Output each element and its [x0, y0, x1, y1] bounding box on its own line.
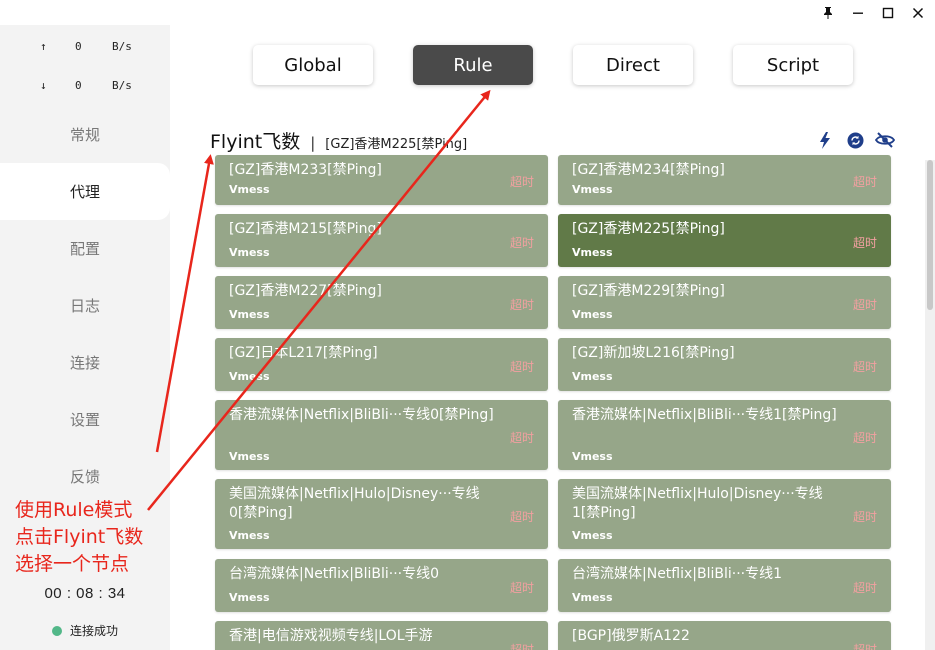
proxy-latency[interactable]: 超时	[853, 296, 877, 313]
proxy-latency[interactable]: 超时	[853, 234, 877, 251]
proxy-name: [GZ]香港M233[禁Ping]	[229, 162, 382, 178]
proxy-latency[interactable]: 超时	[510, 296, 534, 313]
proxy-type: Vmess	[229, 183, 270, 196]
proxy-latency[interactable]: 超时	[510, 234, 534, 251]
proxy-type: Vmess	[229, 591, 270, 604]
proxy-latency[interactable]: 超时	[510, 579, 534, 596]
proxy-name: 台湾流媒体|Netflix|BliBli···专线1	[572, 566, 783, 582]
proxy-latency[interactable]: 超时	[853, 508, 877, 525]
proxy-name: [GZ]新加坡L216[禁Ping]	[572, 345, 735, 361]
proxy-type: Vmess	[229, 370, 270, 383]
proxy-card[interactable]: [GZ]香港M229[禁Ping] Vmess 超时	[558, 276, 891, 329]
proxy-card[interactable]: 香港流媒体|Netflix|BliBli···专线1[禁Ping] Vmess …	[558, 400, 891, 470]
proxy-name: 美国流媒体|Netflix|Hulo|Disney···专线1[禁Ping]	[572, 486, 823, 521]
proxy-card-selected[interactable]: [GZ]香港M225[禁Ping] Vmess 超时	[558, 214, 891, 267]
proxy-name: 香港|电信游戏视频专线|LOL手游	[229, 628, 433, 644]
proxy-name: 香港流媒体|Netflix|BliBli···专线1[禁Ping]	[572, 407, 837, 423]
proxy-latency[interactable]: 超时	[510, 173, 534, 190]
proxy-latency[interactable]: 超时	[510, 358, 534, 375]
annotation-text: 使用Rule模式 点击Flyint飞数 选择一个节点	[15, 497, 143, 578]
proxy-name: [GZ]日本L217[禁Ping]	[229, 345, 378, 361]
proxy-name: [GZ]香港M227[禁Ping]	[229, 283, 382, 299]
proxy-type: Vmess	[572, 246, 613, 259]
proxy-type: Vmess	[572, 591, 613, 604]
proxy-name: [GZ]香港M229[禁Ping]	[572, 283, 725, 299]
proxy-name: [GZ]香港M234[禁Ping]	[572, 162, 725, 178]
proxy-card[interactable]: 香港流媒体|Netflix|BliBli···专线0[禁Ping] Vmess …	[215, 400, 548, 470]
proxy-card[interactable]: 香港|电信游戏视频专线|LOL手游 超时	[215, 621, 548, 650]
proxy-name: 香港流媒体|Netflix|BliBli···专线0[禁Ping]	[229, 407, 494, 423]
clash-window: ↑ 0 B/s ↓ 0 B/s 常规 代理 配置 日志 连接 设置 反馈 00 …	[0, 0, 935, 650]
proxy-type: Vmess	[572, 529, 613, 542]
proxy-latency[interactable]: 超时	[853, 579, 877, 596]
annotation-line: 点击Flyint飞数	[15, 526, 144, 548]
annotation-line: 使用Rule模式	[15, 499, 133, 521]
proxy-name: 台湾流媒体|Netflix|BliBli···专线0	[229, 566, 440, 582]
proxy-card[interactable]: [GZ]香港M227[禁Ping] Vmess 超时	[215, 276, 548, 329]
proxy-latency[interactable]: 超时	[853, 173, 877, 190]
proxy-latency[interactable]: 超时	[853, 641, 877, 650]
proxy-type: Vmess	[229, 246, 270, 259]
scrollbar-thumb[interactable]	[927, 160, 933, 310]
proxy-card[interactable]: 美国流媒体|Netflix|Hulo|Disney···专线0[禁Ping] V…	[215, 479, 548, 549]
proxy-type: Vmess	[572, 308, 613, 321]
proxy-name: [BGP]俄罗斯A122	[572, 628, 690, 644]
proxy-type: Vmess	[229, 308, 270, 321]
proxy-card[interactable]: 台湾流媒体|Netflix|BliBli···专线1 Vmess 超时	[558, 559, 891, 612]
proxy-latency[interactable]: 超时	[510, 641, 534, 650]
proxy-name: 美国流媒体|Netflix|Hulo|Disney···专线0[禁Ping]	[229, 486, 480, 521]
proxy-card[interactable]: [GZ]新加坡L216[禁Ping] Vmess 超时	[558, 338, 891, 391]
proxy-type: Vmess	[229, 450, 270, 463]
proxy-card[interactable]: [GZ]日本L217[禁Ping] Vmess 超时	[215, 338, 548, 391]
proxy-latency[interactable]: 超时	[510, 429, 534, 446]
proxy-type: Vmess	[572, 183, 613, 196]
proxy-list-scrollbar[interactable]	[925, 160, 935, 650]
proxy-type: Vmess	[572, 370, 613, 383]
proxy-card[interactable]: [GZ]香港M215[禁Ping] Vmess 超时	[215, 214, 548, 267]
proxy-latency[interactable]: 超时	[853, 429, 877, 446]
proxy-card[interactable]: 美国流媒体|Netflix|Hulo|Disney···专线1[禁Ping] V…	[558, 479, 891, 549]
proxy-latency[interactable]: 超时	[510, 508, 534, 525]
annotation-line: 选择一个节点	[15, 553, 130, 575]
proxy-card[interactable]: [BGP]俄罗斯A122 超时	[558, 621, 891, 650]
proxy-card[interactable]: [GZ]香港M234[禁Ping] Vmess 超时	[558, 155, 891, 205]
proxy-name: [GZ]香港M225[禁Ping]	[572, 221, 725, 237]
proxy-type: Vmess	[572, 450, 613, 463]
proxy-latency[interactable]: 超时	[853, 358, 877, 375]
proxy-type: Vmess	[229, 529, 270, 542]
proxy-card[interactable]: [GZ]香港M233[禁Ping] Vmess 超时	[215, 155, 548, 205]
proxy-name: [GZ]香港M215[禁Ping]	[229, 221, 382, 237]
proxy-card[interactable]: 台湾流媒体|Netflix|BliBli···专线0 Vmess 超时	[215, 559, 548, 612]
